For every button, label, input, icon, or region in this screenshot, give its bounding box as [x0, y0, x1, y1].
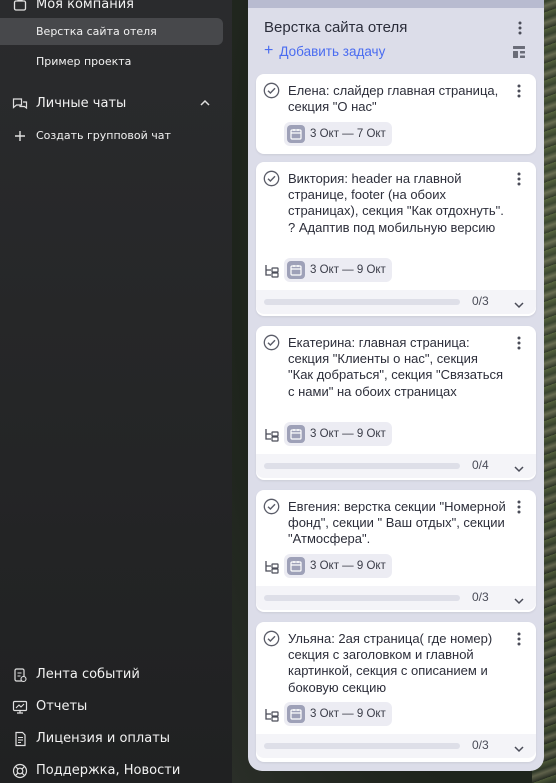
more-vertical-icon[interactable]: [513, 631, 525, 647]
sidebar-item-label: Лента событий: [36, 667, 140, 682]
reports-icon: [12, 699, 28, 715]
sidebar-item-label: Личные чаты: [36, 96, 127, 111]
subtask-progress[interactable]: 0/4: [256, 454, 536, 478]
sidebar-item-label: Создать групповой чат: [36, 129, 171, 142]
progress-count: 0/4: [472, 458, 489, 472]
date-range: 3 Окт — 7 Окт: [310, 128, 386, 140]
column-title: Верстка сайта отеля: [264, 19, 408, 36]
date-badge[interactable]: 3 Окт — 9 Окт: [284, 702, 392, 726]
sidebar-project-label: Верстка сайта отеля: [36, 25, 157, 38]
sidebar: Моя компания Верстка сайта отеля Пример …: [0, 0, 232, 783]
date-range: 3 Окт — 9 Окт: [310, 264, 386, 276]
sidebar-project-example[interactable]: Пример проекта: [0, 48, 223, 75]
sidebar-item-support[interactable]: Поддержка, Новости: [0, 757, 223, 783]
check-circle-icon[interactable]: [263, 630, 280, 647]
more-vertical-icon[interactable]: [513, 171, 525, 187]
subtask-progress[interactable]: 0/3: [256, 586, 536, 610]
progress-bar: [264, 299, 460, 305]
date-badge[interactable]: 3 Окт — 7 Окт: [284, 122, 392, 146]
chat-icon: [12, 96, 28, 112]
support-icon: [12, 763, 28, 779]
subtasks-icon: [264, 427, 280, 442]
sidebar-item-create-group[interactable]: Создать групповой чат: [0, 122, 223, 149]
progress-count: 0/3: [472, 294, 489, 308]
sidebar-item-chats[interactable]: Личные чаты: [0, 90, 223, 117]
calendar-icon: [287, 261, 305, 279]
license-icon: [12, 731, 28, 747]
progress-bar: [264, 743, 460, 749]
feed-icon: [12, 667, 28, 683]
chevron-down-icon[interactable]: [513, 460, 525, 473]
sidebar-item-company[interactable]: Моя компания: [0, 0, 223, 18]
task-title: Екатерина: главная страница: секция "Кли…: [288, 335, 504, 399]
chevron-down-icon[interactable]: [513, 296, 525, 309]
check-circle-icon[interactable]: [263, 82, 280, 99]
chevron-down-icon[interactable]: [513, 592, 525, 605]
subtask-progress[interactable]: 0/3: [256, 290, 536, 314]
layout-icon[interactable]: [512, 44, 528, 60]
calendar-icon: [287, 425, 305, 443]
more-vertical-icon[interactable]: [513, 335, 525, 351]
date-range: 3 Окт — 9 Окт: [310, 428, 386, 440]
task-card[interactable]: Екатерина: главная страница: секция "Кли…: [256, 326, 536, 480]
task-card[interactable]: Виктория: header на главной странице, fo…: [256, 162, 536, 316]
subtasks-icon: [264, 707, 280, 722]
task-title: Ульяна: 2ая страница( где номер) секция …: [288, 631, 493, 695]
task-card[interactable]: Евгения: верстка секции "Номерной фонд",…: [256, 490, 536, 612]
check-circle-icon[interactable]: [263, 498, 280, 515]
date-badge[interactable]: 3 Окт — 9 Окт: [284, 422, 392, 446]
task-card[interactable]: Ульяна: 2ая страница( где номер) секция …: [256, 622, 536, 762]
sidebar-project-hotel[interactable]: Верстка сайта отеля: [0, 18, 223, 45]
chevron-up-icon[interactable]: [197, 95, 213, 111]
subtasks-icon: [264, 263, 280, 278]
more-vertical-icon[interactable]: [512, 20, 528, 36]
add-task-label: Добавить задачу: [279, 43, 386, 59]
check-circle-icon[interactable]: [263, 334, 280, 351]
sidebar-item-label: Поддержка, Новости: [36, 763, 181, 778]
sidebar-item-feed[interactable]: Лента событий: [0, 661, 223, 688]
check-circle-icon[interactable]: [263, 170, 280, 187]
column-header-bar: [248, 0, 544, 8]
chevron-down-icon[interactable]: [513, 740, 525, 753]
task-card[interactable]: Елена: слайдер главная страница, секция …: [256, 74, 536, 154]
progress-count: 0/3: [472, 738, 489, 752]
sidebar-item-reports[interactable]: Отчеты: [0, 693, 223, 720]
more-vertical-icon[interactable]: [513, 83, 525, 99]
company-icon: [12, 0, 28, 13]
sidebar-item-label: Лицензия и оплаты: [36, 731, 171, 746]
plus-icon: +: [264, 42, 274, 59]
task-title: Елена: слайдер главная страница, секция …: [288, 83, 499, 115]
sidebar-item-license[interactable]: Лицензия и оплаты: [0, 725, 223, 752]
calendar-icon: [287, 557, 305, 575]
task-title: Евгения: верстка секции "Номерной фонд",…: [288, 499, 506, 547]
sidebar-item-label: Моя компания: [36, 0, 134, 12]
date-badge[interactable]: 3 Окт — 9 Окт: [284, 258, 392, 282]
task-title: Виктория: header на главной странице, fo…: [288, 171, 504, 235]
date-range: 3 Окт — 9 Окт: [310, 708, 386, 720]
add-task-button[interactable]: + Добавить задачу: [264, 43, 385, 59]
subtasks-icon: [264, 559, 280, 574]
progress-count: 0/3: [472, 590, 489, 604]
sidebar-item-label: Отчеты: [36, 699, 88, 714]
calendar-icon: [287, 125, 305, 143]
progress-bar: [264, 463, 460, 469]
date-range: 3 Окт — 9 Окт: [310, 560, 386, 572]
subtask-progress[interactable]: 0/3: [256, 734, 536, 758]
sidebar-project-label: Пример проекта: [36, 55, 132, 68]
plus-icon: [12, 128, 28, 144]
date-badge[interactable]: 3 Окт — 9 Окт: [284, 554, 392, 578]
progress-bar: [264, 595, 460, 601]
calendar-icon: [287, 705, 305, 723]
more-vertical-icon[interactable]: [513, 499, 525, 515]
